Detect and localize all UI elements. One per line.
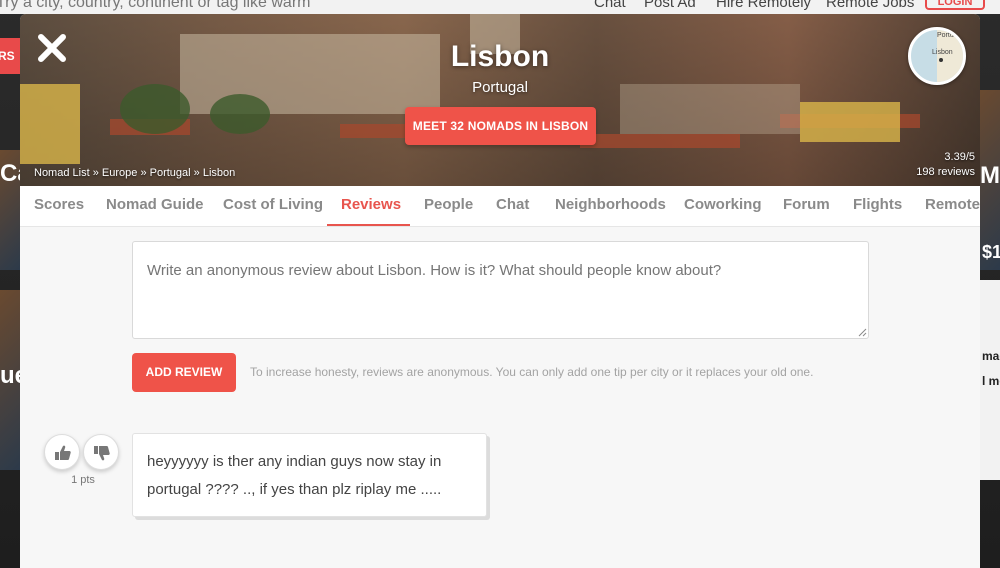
hero-decor [800,102,900,142]
city-modal: Lisbon Portugal MEET 32 NOMADS IN LISBON… [20,14,980,568]
tab-reviews[interactable]: Reviews [341,186,401,226]
review-hint: To increase honesty, reviews are anonymo… [250,365,814,379]
background-card-text: l me [982,374,1000,388]
background-search-text[interactable]: Try a city, country, continent or tag li… [0,0,310,12]
add-review-button[interactable]: ADD REVIEW [132,353,236,392]
tab-forum[interactable]: Forum [783,186,830,226]
city-rating: 3.39/5 198 reviews [916,150,975,180]
breadcrumb-separator: » [193,167,200,179]
hero-decor [210,94,270,134]
review-input[interactable] [132,241,869,339]
breadcrumb-item[interactable]: Europe [102,167,137,179]
tab-neighborhoods[interactable]: Neighborhoods [555,186,666,226]
breadcrumb-separator: » [140,167,147,179]
breadcrumb-item[interactable]: Nomad List [34,167,90,179]
background-card-text: Ca [0,160,20,187]
city-tabs: Scores Nomad Guide Cost of Living Review… [20,186,980,227]
rating-review-count[interactable]: 198 reviews [916,165,975,180]
tab-scores[interactable]: Scores [34,186,84,226]
review-text: heyyyyyy is ther any indian guys now sta… [147,453,442,498]
tab-people[interactable]: People [424,186,473,226]
map-label-city: Lisbon [932,49,953,56]
city-hero: Lisbon Portugal MEET 32 NOMADS IN LISBON… [20,14,980,186]
background-nav-chat[interactable]: Chat [594,0,626,11]
background-card-text: $1 [982,242,1000,262]
map-pin-icon [939,58,943,62]
hero-decor [20,84,80,164]
meet-nomads-button[interactable]: MEET 32 NOMADS IN LISBON [405,107,596,145]
thumbs-down-icon [94,446,110,461]
resize-handle-icon[interactable] [858,328,867,337]
breadcrumb: Nomad List » Europe » Portugal » Lisbon [34,167,235,179]
country-name: Portugal [472,79,528,96]
breadcrumb-separator: » [92,167,99,179]
review-points: 1 pts [71,474,95,486]
downvote-button[interactable] [83,434,119,470]
background-nav-remote-jobs[interactable]: Remote Jobs [826,0,914,11]
map-label-country: Portu [937,32,954,39]
rating-score: 3.39/5 [944,151,975,163]
background-left-button[interactable]: RS [0,38,20,74]
city-map-thumbnail[interactable]: Portu Lisbon [908,27,966,85]
breadcrumb-item[interactable]: Lisbon [203,167,235,179]
tab-flights[interactable]: Flights [853,186,902,226]
background-topbar: Try a city, country, continent or tag li… [0,0,1000,14]
upvote-button[interactable] [44,434,80,470]
background-nav-hire-remotely[interactable]: Hire Remotely [716,0,811,11]
tab-nomad-guide[interactable]: Nomad Guide [106,186,204,226]
review-card: heyyyyyy is ther any indian guys now sta… [132,433,487,517]
tab-cost-of-living[interactable]: Cost of Living [223,186,323,226]
background-login-button[interactable]: LOGIN [925,0,985,10]
background-card-text: ue [0,362,20,389]
breadcrumb-item[interactable]: Portugal [150,167,191,179]
tab-chat[interactable]: Chat [496,186,529,226]
city-title: Lisbon [450,40,550,73]
thumbs-up-icon [55,445,71,460]
background-card-text: made [982,349,1000,363]
active-tab-indicator [327,224,410,226]
background-nav-post-ad[interactable]: Post Ad [644,0,696,11]
background-card-text: Ma [980,162,1000,189]
tab-remote[interactable]: Remote [925,186,980,226]
tab-coworking[interactable]: Coworking [684,186,762,226]
hero-decor [580,134,740,148]
